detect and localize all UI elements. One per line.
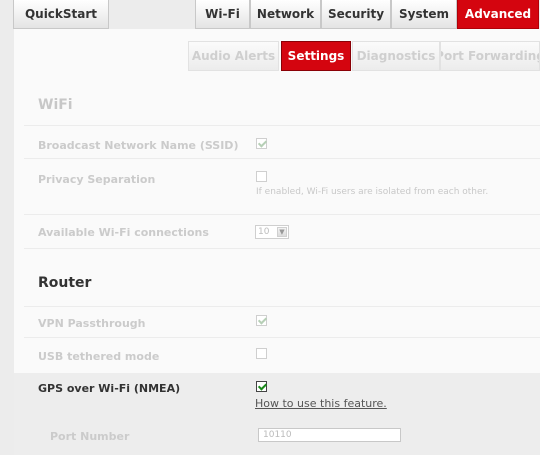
privacy-separation-checkbox[interactable] — [256, 171, 267, 182]
top-navigation: QuickStart Wi-Fi Network Security System… — [0, 0, 540, 29]
tab-system[interactable]: System — [391, 0, 457, 29]
divider — [24, 125, 540, 126]
tab-advanced[interactable]: Advanced — [457, 0, 539, 29]
privacy-separation-help: If enabled, Wi-Fi users are isolated fro… — [256, 187, 489, 197]
divider — [24, 214, 540, 215]
vpn-passthrough-label: VPN Passthrough — [38, 317, 146, 330]
broadcast-ssid-checkbox[interactable] — [256, 138, 267, 149]
available-connections-value: 10 — [258, 227, 270, 237]
privacy-separation-label: Privacy Separation — [38, 173, 156, 186]
vpn-passthrough-checkbox[interactable] — [256, 315, 267, 326]
tab-quickstart[interactable]: QuickStart — [13, 0, 109, 29]
subtab-port-forwarding[interactable]: Port Forwarding — [440, 41, 540, 71]
router-section-title: Router — [38, 275, 92, 291]
settings-panel: Audio Alerts Settings Diagnostics Port F… — [14, 29, 540, 455]
gps-nmea-checkbox[interactable] — [256, 381, 267, 392]
port-number-label: Port Number — [50, 430, 130, 443]
subtab-audio-alerts[interactable]: Audio Alerts — [188, 41, 279, 71]
gps-nmea-label: GPS over Wi-Fi (NMEA) — [38, 382, 181, 395]
tab-network[interactable]: Network — [250, 0, 321, 29]
divider — [24, 306, 540, 307]
divider — [24, 248, 540, 249]
available-connections-select[interactable]: 10 ▼ — [255, 225, 289, 239]
port-number-input[interactable]: 10110 — [258, 428, 401, 442]
subtab-settings[interactable]: Settings — [281, 41, 351, 71]
usb-tethered-checkbox[interactable] — [256, 348, 267, 359]
chevron-down-icon: ▼ — [277, 227, 287, 237]
broadcast-ssid-label: Broadcast Network Name (SSID) — [38, 139, 239, 152]
divider — [24, 158, 540, 159]
tab-wifi[interactable]: Wi-Fi — [195, 0, 250, 29]
sub-navigation: Audio Alerts Settings Diagnostics Port F… — [188, 41, 540, 71]
available-connections-label: Available Wi-Fi connections — [38, 226, 209, 239]
subtab-diagnostics[interactable]: Diagnostics — [352, 41, 440, 71]
gps-help-link[interactable]: How to use this feature. — [255, 397, 387, 410]
usb-tethered-label: USB tethered mode — [38, 350, 160, 363]
tab-security[interactable]: Security — [321, 0, 391, 29]
wifi-section-title: WiFi — [38, 97, 73, 113]
divider — [24, 337, 540, 338]
